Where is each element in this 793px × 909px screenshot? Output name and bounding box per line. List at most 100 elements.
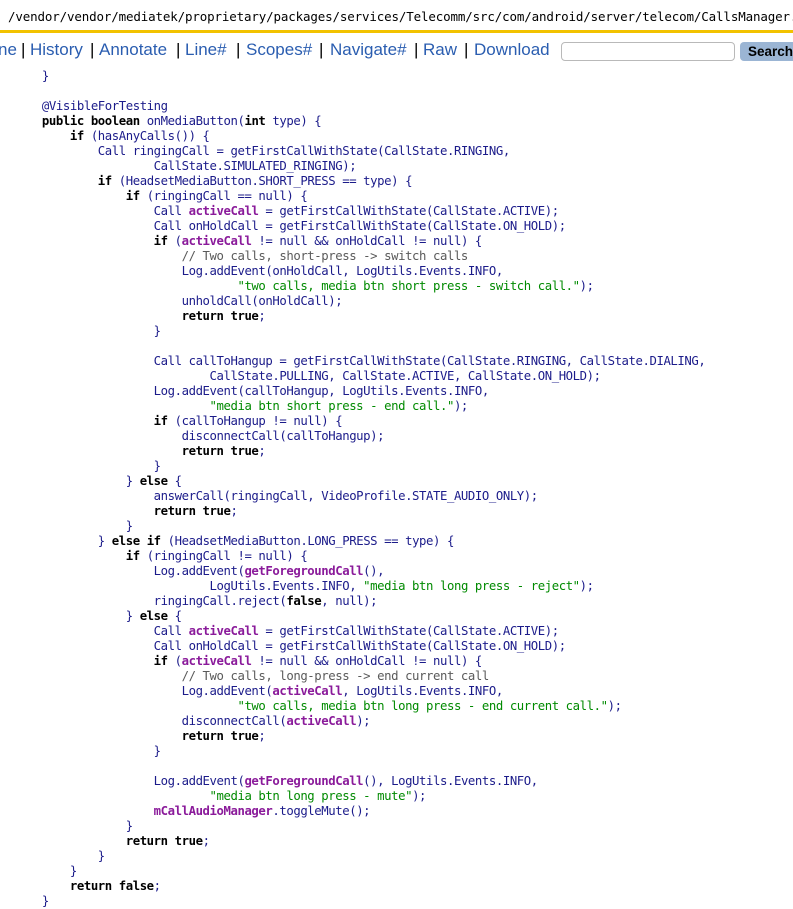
nav-link-navigate[interactable]: Navigate# [330,40,407,60]
code-line: } [14,744,793,759]
code-text: = getFirstCallWithState(CallState.ACTIVE… [258,624,559,638]
code-string: "two calls, media btn long press - end c… [14,699,608,713]
code-line: ringingCall.reject(false, null); [14,594,793,609]
code-text: ( [174,654,182,668]
code-comment: // Two calls, long-press -> end current … [14,669,490,683]
code-text: Call [14,204,189,218]
code-text: ; [153,879,161,893]
code-identifier: activeCall [188,624,259,638]
code-text: } [14,849,105,863]
code-line: "two calls, media btn short press - swit… [14,279,793,294]
code-identifier: mCallAudioManager [14,804,273,818]
nav-link-download[interactable]: Download [474,40,550,60]
code-text: Call callToHangup = getFirstCallWithStat… [14,354,706,368]
code-keyword: false [286,594,322,608]
code-line: "media btn short press - end call."); [14,399,793,414]
code-keyword: if [14,414,175,428]
code-text: } [14,609,140,623]
code-keyword: if [14,189,147,203]
nav-separator: | [90,40,95,59]
code-text: } [14,819,133,833]
code-line: CallState.SIMULATED_RINGING); [14,159,793,174]
code-text: = getFirstCallWithState(CallState.ACTIVE… [258,204,559,218]
code-text: Call onHoldCall = getFirstCallWithState(… [14,639,566,653]
code-line: return true; [14,834,793,849]
code-text: Call onHoldCall = getFirstCallWithState(… [14,219,566,233]
code-text: != null && onHoldCall != null) { [251,234,482,248]
code-comment: // Two calls, short-press -> switch call… [14,249,469,263]
nav-separator: | [464,40,469,59]
code-text: Log.addEvent( [14,774,245,788]
code-identifier: activeCall [188,204,259,218]
code-line: Log.addEvent(getForegroundCall(), [14,564,793,579]
code-line: return true; [14,444,793,459]
code-line: Call callToHangup = getFirstCallWithStat… [14,354,793,369]
code-line: Log.addEvent(activeCall, LogUtils.Events… [14,684,793,699]
code-keyword: return true [14,729,259,743]
code-line: } [14,849,793,864]
code-text: @VisibleForTesting [14,99,168,113]
code-text: Log.addEvent(callToHangup, LogUtils.Even… [14,384,490,398]
code-line: Log.addEvent(getForegroundCall(), LogUti… [14,774,793,789]
code-line: return true; [14,729,793,744]
code-text: } [14,864,77,878]
code-text: } [14,534,112,548]
code-line: } [14,519,793,534]
code-text: (callToHangup != null) { [174,414,343,428]
code-line: } [14,819,793,834]
code-keyword: return true [14,309,259,323]
code-text: ); [356,714,371,728]
code-line: disconnectCall(callToHangup); [14,429,793,444]
code-text: } [14,519,133,533]
nav-link-scopes[interactable]: Scopes# [246,40,312,60]
code-text: } [14,459,161,473]
code-line: Call onHoldCall = getFirstCallWithState(… [14,219,793,234]
code-keyword: int [244,114,273,128]
code-line: // Two calls, long-press -> end current … [14,669,793,684]
code-string: "media btn long press - mute" [14,789,413,803]
nav-link-raw[interactable]: Raw [423,40,457,60]
code-text: } [14,894,49,908]
nav-link-home[interactable]: ne [0,40,17,60]
nav-link-annotate[interactable]: Annotate [99,40,167,60]
code-keyword: if [14,129,91,143]
source-code-view: } ​ @VisibleForTesting public boolean onM… [14,69,793,909]
code-keyword: return true [14,504,231,518]
code-line: public boolean onMediaButton(int type) { [14,114,793,129]
nav-link-line-numbers[interactable]: Line# [185,40,227,60]
code-line: ​ [14,84,793,99]
code-string: "two calls, media btn short press - swit… [14,279,580,293]
code-text: CallState.SIMULATED_RINGING); [14,159,357,173]
code-text: ; [258,729,266,743]
code-text: , LogUtils.Events.INFO, [342,684,503,698]
code-line: if (activeCall != null && onHoldCall != … [14,654,793,669]
nav-link-history[interactable]: History [30,40,83,60]
code-text: { [174,609,182,623]
code-line: answerCall(ringingCall, VideoProfile.STA… [14,489,793,504]
code-line: if (HeadsetMediaButton.SHORT_PRESS == ty… [14,174,793,189]
code-line: } [14,324,793,339]
code-line: return true; [14,309,793,324]
code-text: } [14,744,161,758]
code-identifier: activeCall [272,684,343,698]
code-line: LogUtils.Events.INFO, "media btn long pr… [14,579,793,594]
code-line: Call activeCall = getFirstCallWithState(… [14,204,793,219]
code-text: Log.addEvent(onHoldCall, LogUtils.Events… [14,264,504,278]
code-text: Call [14,624,189,638]
search-button[interactable]: Search [740,42,793,61]
code-text: .toggleMute(); [272,804,371,818]
code-text: != null && onHoldCall != null) { [251,654,482,668]
code-string: "media btn long press - reject" [363,579,580,593]
code-text: disconnectCall( [14,714,287,728]
code-identifier: getForegroundCall [244,564,364,578]
search-input[interactable] [561,42,735,61]
code-line: if (activeCall != null && onHoldCall != … [14,234,793,249]
code-keyword: if [14,234,175,248]
code-text: ) { [286,189,308,203]
code-text: answerCall(ringingCall, VideoProfile.STA… [14,489,539,503]
code-line: @VisibleForTesting [14,99,793,114]
code-text: CallState.PULLING, CallState.ACTIVE, Cal… [14,369,601,383]
code-text: unholdCall(onHoldCall); [14,294,343,308]
code-line: Call activeCall = getFirstCallWithState(… [14,624,793,639]
code-line: if (callToHangup != null) { [14,414,793,429]
